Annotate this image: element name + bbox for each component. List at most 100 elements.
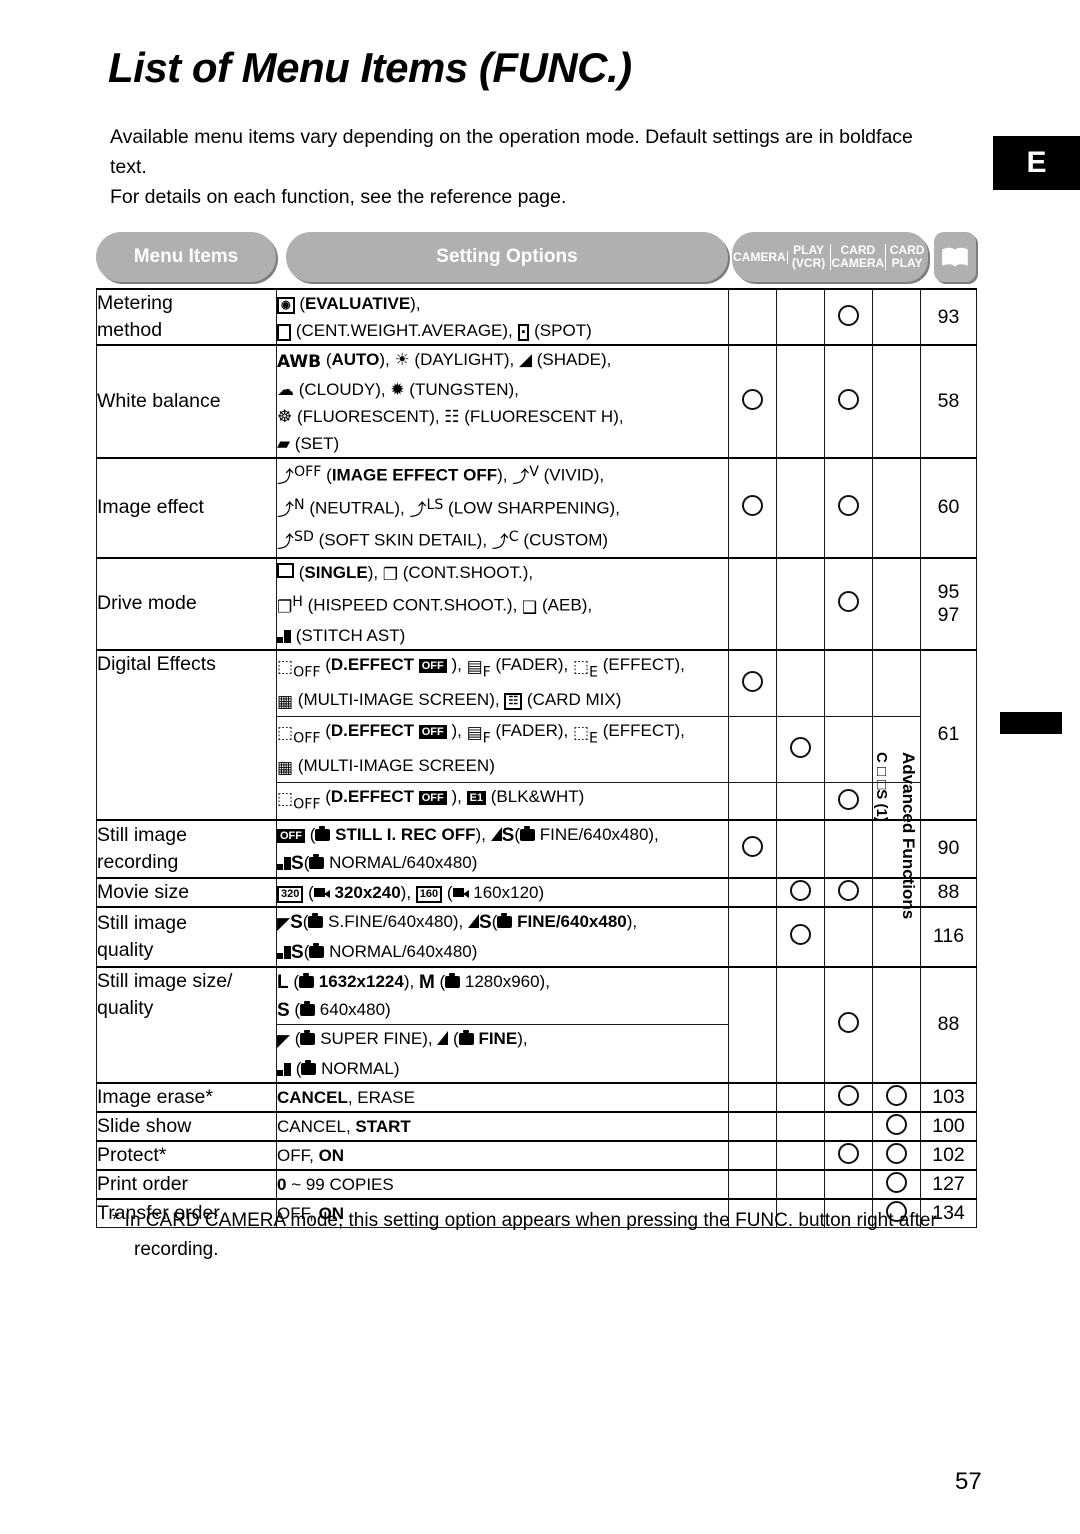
mode-cell-2 (776, 782, 825, 821)
availability-circle-icon (838, 1084, 859, 1106)
mode-cell-2 (776, 556, 825, 651)
availability-circle-icon (742, 495, 763, 517)
header-mode-3: CARD CAMERA (831, 243, 887, 270)
row-reference-page: 116 (920, 905, 977, 968)
row-reference-page: 102 (920, 1139, 977, 1171)
row-menu-item: Slide show (96, 1110, 277, 1142)
mode-cell-3 (824, 288, 873, 346)
side-tab-sublabel: C □ □S (1) (873, 752, 890, 822)
availability-circle-icon (790, 879, 811, 901)
header-mode-1: CAMERA (733, 249, 788, 264)
mode-cell-2 (776, 1168, 825, 1200)
mode-cell-3 (824, 1168, 873, 1200)
availability-circle-icon (790, 737, 811, 759)
row-menu-item: Image erase* (96, 1081, 277, 1113)
row-setting-options: ◤ ( SUPER FINE), ( FINE), ( NORMAL) (276, 1023, 729, 1084)
manual-page: List of Menu Items (FUNC.) Available men… (0, 0, 1080, 1534)
availability-circle-icon (838, 495, 859, 517)
table-header-row: Menu Items Setting Options CAMERA PLAY (VC… (96, 232, 976, 284)
page-title: List of Menu Items (FUNC.) (108, 44, 632, 91)
header-mode-2: PLAY (VCR) (788, 244, 831, 270)
row-menu-item: Movie size (96, 876, 277, 908)
mode-cell-1 (728, 905, 777, 968)
mode-cell-2 (776, 818, 825, 879)
mode-cell-4 (872, 1081, 921, 1113)
mode-cell-2 (776, 965, 825, 1084)
mode-cell-1 (728, 457, 777, 559)
table-row: Image effect ⤴OFF (IMAGE EFFECT OFF), ⤴V … (96, 457, 977, 559)
header-reference-page (934, 232, 976, 282)
mode-cell-3 (824, 876, 873, 908)
table-row: Still image quality ◤S( S.FINE/640x480), S… (96, 905, 977, 968)
row-reference-page: 90 (920, 818, 977, 879)
row-menu-item: Metering method (96, 288, 277, 346)
mode-cell-1 (728, 876, 777, 908)
row-setting-options: L ( 1632x1224), M ( 1280x960), S ( 640x48… (276, 965, 729, 1025)
header-mode-columns: CAMERA PLAY (VCR) CARD CAMERA CARD PLAY (732, 232, 928, 282)
mode-cell-3 (824, 1110, 873, 1142)
row-menu-item: Still image quality (96, 905, 277, 968)
availability-circle-icon (838, 1142, 859, 1164)
footnote: * In CARD CAMERA mode, this setting opti… (112, 1206, 992, 1264)
table-row: Still image recording OFF ( STILL I. REC O… (96, 818, 977, 879)
mode-cell-3 (824, 648, 873, 718)
row-reference-page: 103 (920, 1081, 977, 1113)
mode-cell-4 (872, 1168, 921, 1200)
header-menu-items: Menu Items (96, 232, 276, 282)
row-setting-options: ⬚OFF (D.EFFECT OFF ), ▤F (FADER), ⬚E (EF… (276, 648, 729, 718)
row-reference-page: 93 (920, 288, 977, 346)
mode-cell-3 (824, 1081, 873, 1113)
mode-cell-2 (776, 457, 825, 559)
side-tab-bar (1000, 712, 1062, 734)
table-row: Drive mode (SINGLE), ❐ (CONT.SHOOT.), ❐H … (96, 556, 977, 651)
mode-cell-1 (728, 556, 777, 651)
row-setting-options: ⤴OFF (IMAGE EFFECT OFF), ⤴V (VIVID), ⤴N (… (276, 457, 729, 559)
mode-cell-3 (824, 556, 873, 651)
mode-cell-3 (824, 344, 873, 459)
availability-circle-icon (742, 389, 763, 410)
intro-paragraph-1: Available menu items vary depending on t… (110, 126, 913, 178)
row-setting-options: 320 ( 320x240), 160 ( 160x120) (276, 876, 729, 908)
row-reference-page: 58 (920, 344, 977, 459)
mode-cell-4 (872, 556, 921, 651)
header-mode-4: CARD PLAY (889, 243, 925, 270)
table-row: White balance AWB (AUTO), ☀ (DAYLIGHT), ◢… (96, 344, 977, 459)
side-tab-label: Advanced Functions (899, 752, 918, 920)
row-menu-item: Still image recording (96, 818, 277, 879)
mode-cell-2 (776, 1081, 825, 1113)
row-reference-page: 88 (920, 876, 977, 908)
row-setting-options: (SINGLE), ❐ (CONT.SHOOT.), ❐H (HISPEED CO… (276, 556, 729, 651)
mode-cell-1 (728, 288, 777, 346)
mode-cell-1 (728, 716, 777, 784)
availability-circle-icon (886, 1084, 907, 1106)
mode-cell-4 (872, 648, 921, 718)
mode-cell-2 (776, 288, 825, 346)
row-reference-page: 127 (920, 1168, 977, 1200)
availability-circle-icon (838, 1012, 859, 1034)
row-menu-item: Print order (96, 1168, 277, 1200)
row-reference-page: 88 (920, 965, 977, 1084)
row-setting-options: OFF, ON (276, 1139, 729, 1171)
menu-items-table: Menu Items Setting Options CAMERA PLAY (VC… (96, 232, 977, 1228)
availability-circle-icon (838, 304, 859, 326)
mode-cell-1 (728, 1139, 777, 1171)
row-reference-page: 95 97 (920, 556, 977, 651)
open-book-icon (941, 247, 969, 267)
row-menu-item: Still image size/quality (96, 965, 277, 1084)
mode-cell-4 (872, 1139, 921, 1171)
mode-cell-1 (728, 648, 777, 718)
availability-circle-icon (838, 788, 859, 810)
row-reference-page: 60 (920, 457, 977, 559)
row-menu-item: Image effect (96, 457, 277, 559)
table-row: Digital Effects ⬚OFF (D.EFFECT OFF ), ▤F … (96, 648, 977, 821)
table-row: Print order 0 ~ 99 COPIES 127 (96, 1168, 977, 1200)
mode-cell-3 (824, 818, 873, 879)
mode-cell-3 (824, 457, 873, 559)
row-menu-item: Protect* (96, 1139, 277, 1171)
mode-cell-2 (776, 716, 825, 784)
mode-cell-2 (776, 905, 825, 968)
table-row: Still image size/quality L ( 1632x1224), … (96, 965, 977, 1084)
table-row: Metering method ◉ (EVALUATIVE), (CENT.WEIG… (96, 288, 977, 346)
side-tab: Advanced Functions C □ □S (1) (873, 712, 1062, 919)
mode-cell-4 (872, 288, 921, 346)
